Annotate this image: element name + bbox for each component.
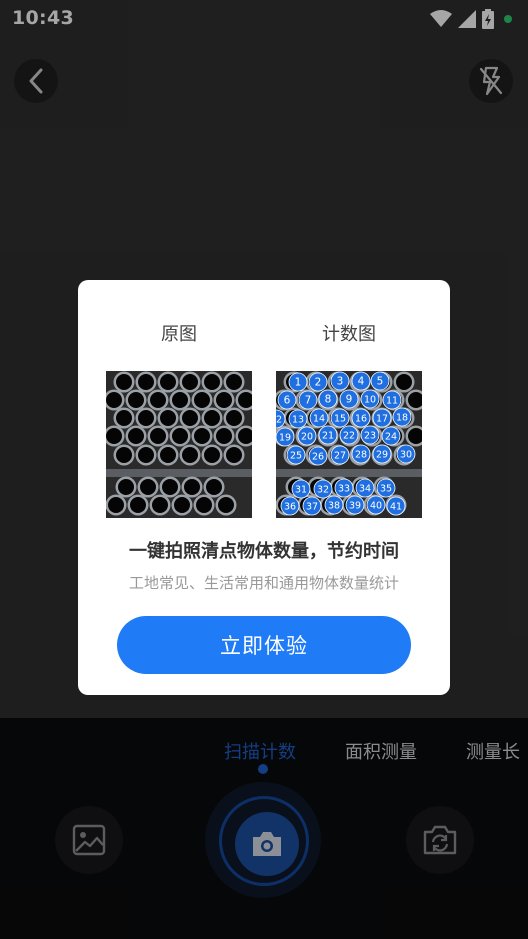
svg-text:37: 37	[306, 502, 318, 513]
count-marker: 15	[330, 408, 350, 428]
onboarding-dialog: 原图 计数图 123456789101112131415161718192021…	[78, 280, 450, 695]
svg-text:29: 29	[376, 450, 388, 461]
dialog-headline: 一键拍照清点物体数量，节约时间	[129, 541, 399, 562]
svg-text:41: 41	[390, 502, 402, 513]
count-marker: 31	[291, 479, 311, 499]
svg-text:38: 38	[328, 501, 340, 512]
svg-text:36: 36	[284, 502, 296, 513]
count-marker: 3	[330, 371, 350, 391]
svg-text:22: 22	[343, 431, 355, 442]
svg-text:39: 39	[349, 501, 361, 512]
count-marker: 11	[382, 390, 402, 410]
count-marker: 5	[370, 371, 390, 391]
count-marker: 13	[288, 409, 308, 429]
count-marker: 16	[351, 408, 371, 428]
svg-text:28: 28	[355, 450, 367, 461]
count-marker: 32	[313, 479, 333, 499]
svg-text:40: 40	[370, 501, 382, 512]
count-marker: 25	[286, 445, 306, 465]
count-marker: 22	[339, 425, 359, 445]
count-marker: 8	[318, 389, 338, 409]
count-marker: 17	[372, 408, 392, 428]
svg-text:4: 4	[358, 376, 365, 388]
count-marker: 20	[297, 426, 317, 446]
count-marker: 4	[351, 371, 371, 391]
svg-text:10: 10	[364, 395, 376, 406]
count-marker: 39	[345, 495, 365, 515]
count-marker: 27	[330, 445, 350, 465]
count-marker: 14	[309, 408, 329, 428]
original-image-label: 原图	[161, 324, 197, 345]
svg-text:3: 3	[337, 376, 344, 388]
svg-text:14: 14	[313, 414, 325, 425]
svg-text:1: 1	[295, 377, 302, 389]
count-marker: 6	[277, 390, 297, 410]
count-marker: 38	[324, 495, 344, 515]
count-marker: 23	[360, 425, 380, 445]
count-marker: 18	[392, 407, 412, 427]
svg-text:17: 17	[376, 414, 388, 425]
svg-text:6: 6	[284, 395, 291, 407]
svg-text:27: 27	[334, 451, 346, 462]
svg-text:20: 20	[301, 432, 313, 443]
count-marker: 34	[355, 478, 375, 498]
count-marker: 28	[351, 444, 371, 464]
try-now-button[interactable]: 立即体验	[117, 616, 411, 674]
pipes-photo	[106, 371, 252, 518]
count-marker: 33	[334, 478, 354, 498]
count-marker: 9	[339, 389, 359, 409]
camera-screen: 10:43 扫描计数 面积测量 测量长 原图 计数图 1 2 3 4 5 6 7…	[0, 0, 528, 939]
count-marker: 41	[386, 496, 406, 516]
count-marker: 21	[318, 425, 338, 445]
svg-text:32: 32	[317, 485, 329, 496]
svg-text:24: 24	[385, 432, 397, 443]
count-marker: 30	[396, 444, 416, 464]
svg-text:31: 31	[295, 485, 307, 496]
count-marker: 29	[372, 444, 392, 464]
svg-text:19: 19	[279, 433, 291, 444]
svg-text:21: 21	[322, 431, 334, 442]
svg-text:8: 8	[325, 394, 332, 406]
pipes-photo-counted: 1234567891011121314151617181920212223242…	[276, 371, 422, 518]
svg-text:13: 13	[292, 415, 304, 426]
svg-text:18: 18	[396, 413, 408, 424]
svg-text:30: 30	[400, 450, 412, 461]
svg-text:16: 16	[355, 414, 367, 425]
svg-text:26: 26	[312, 452, 324, 463]
svg-text:9: 9	[346, 394, 353, 406]
count-marker: 35	[376, 478, 396, 498]
svg-text:35: 35	[380, 484, 392, 495]
svg-text:11: 11	[386, 396, 398, 407]
count-marker: 1	[288, 372, 308, 392]
svg-text:23: 23	[364, 431, 376, 442]
count-marker: 40	[366, 495, 386, 515]
count-marker: 24	[381, 426, 401, 446]
svg-text:5: 5	[377, 376, 384, 388]
original-pipes-image	[106, 371, 252, 518]
counted-pipes-image: 1234567891011121314151617181920212223242…	[276, 371, 422, 518]
count-marker: 10	[360, 389, 380, 409]
svg-text:2: 2	[315, 377, 322, 389]
svg-text:15: 15	[334, 414, 346, 425]
count-marker: 37	[302, 496, 322, 516]
svg-text:34: 34	[359, 484, 371, 495]
svg-text:7: 7	[305, 395, 312, 407]
count-marker: 2	[308, 372, 328, 392]
count-marker: 36	[280, 496, 300, 516]
svg-text:33: 33	[338, 484, 350, 495]
counted-image-label: 计数图	[322, 324, 376, 345]
svg-text:12: 12	[276, 415, 282, 426]
count-marker: 7	[298, 390, 318, 410]
count-marker: 19	[276, 427, 295, 447]
count-marker: 26	[308, 446, 328, 466]
dialog-subline: 工地常见、生活常用和通用物体数量统计	[128, 574, 399, 592]
svg-text:25: 25	[290, 451, 302, 462]
